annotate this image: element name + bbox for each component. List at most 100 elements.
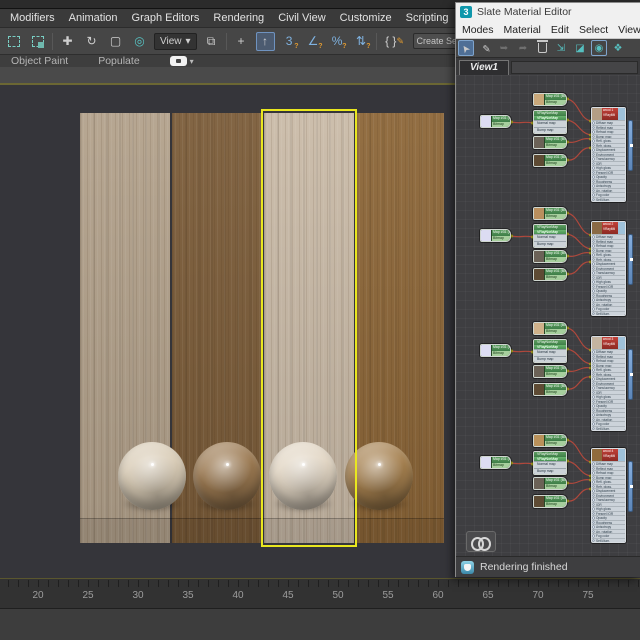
bitmap-thumbnail <box>534 435 545 446</box>
source-bitmap-node[interactable]: Map #31 (Bitmap)Bitmap <box>480 115 511 128</box>
source-bitmap-node[interactable]: Map #31 (Bitmap)Bitmap <box>480 456 511 469</box>
snap-3d-button[interactable]: 3? <box>280 32 299 51</box>
material-header-corner <box>618 337 625 349</box>
diffuse-bitmap-node[interactable]: Map #31 (Bitmap)Bitmap <box>533 434 567 447</box>
binoculars-icon[interactable] <box>466 531 496 552</box>
material-header-corner <box>618 449 625 461</box>
rect-selection-region-button[interactable] <box>4 32 23 51</box>
material-node[interactable]: wood 3 VRayMtl Diffuse map Reflect map Refra… <box>591 336 626 431</box>
material-slot[interactable]: Self-illum. <box>592 537 625 542</box>
material-thumbnail <box>592 108 602 120</box>
normal-node-slot[interactable]: Bump map <box>534 240 566 247</box>
normal-node-subtitle: VRayNorMap <box>534 115 566 121</box>
slate-menu-edit[interactable]: Edit <box>551 24 569 36</box>
select-and-move-button[interactable]: ✚ <box>58 32 77 51</box>
put-to-library-button[interactable]: ➦ <box>515 40 531 56</box>
displace-bitmap-node[interactable]: Map #31 (Bitmap)Bitmap <box>533 154 567 167</box>
select-and-scale-button[interactable]: ▢ <box>106 32 125 51</box>
normal-node-slot[interactable]: Bump map <box>534 467 566 474</box>
gloss-bitmap-node[interactable]: Map #31 (Bitmap)Bitmap <box>533 250 567 263</box>
reference-coordinate-dropdown[interactable]: View ▾ <box>154 32 197 50</box>
edit-named-selection-sets-button[interactable]: { } ✎ <box>382 32 408 51</box>
bitmap-thumbnail <box>534 366 545 377</box>
material-id-channel-button[interactable]: ◪ <box>572 40 588 56</box>
normal-node-slot[interactable]: Bump map <box>534 355 566 362</box>
node-scrollbar[interactable] <box>628 234 633 285</box>
snaps-toggle-button[interactable]: ↑ <box>255 31 275 51</box>
show-background-button[interactable]: ❖ <box>610 40 626 56</box>
node-scrollbar[interactable] <box>628 349 633 400</box>
spinner-snap-icon: ⇅ <box>356 34 367 48</box>
material-sphere-1[interactable] <box>118 442 186 510</box>
material-node[interactable]: wood 4 VRayMtl Diffuse map Reflect map Refra… <box>591 448 626 543</box>
select-tool-button[interactable]: ➤ <box>458 40 474 56</box>
chevron-down-icon: ▾ <box>185 35 191 47</box>
snap-cross-icon: + <box>237 34 245 48</box>
displace-bitmap-node[interactable]: Map #31 (Bitmap)Bitmap <box>533 495 567 508</box>
slate-menu-modes[interactable]: Modes <box>462 24 494 36</box>
percent-snap-button[interactable]: %? <box>328 32 347 51</box>
select-and-rotate-button[interactable]: ↻ <box>82 32 101 51</box>
assign-material-button[interactable]: ➥ <box>496 40 512 56</box>
window-crossing-button[interactable] <box>28 32 47 51</box>
delete-selected-button[interactable] <box>534 40 550 56</box>
pick-material-button[interactable]: ✐ <box>477 40 493 56</box>
timeline-label: 70 <box>532 590 544 601</box>
layout-children-button[interactable]: ⇲ <box>553 40 569 56</box>
menu-customize[interactable]: Customize <box>340 12 392 24</box>
show-shaded-material-button[interactable]: ◉ <box>591 40 607 56</box>
ribbon-tab-object-paint[interactable]: Object Paint <box>11 55 68 67</box>
normal-map-node[interactable]: VRayNorMap VRayNorMap Normal map Bump map <box>533 224 567 248</box>
diffuse-bitmap-node[interactable]: Map #31 (Bitmap)Bitmap <box>533 207 567 220</box>
angle-snap-button[interactable]: ∠? <box>304 32 323 51</box>
slate-menu-select[interactable]: Select <box>579 24 608 36</box>
source-bitmap-node[interactable]: Map #31 (Bitmap)Bitmap <box>480 229 511 242</box>
bitmap-node-subtitle: Bitmap <box>545 213 566 219</box>
gloss-bitmap-node[interactable]: Map #31 (Bitmap)Bitmap <box>533 477 567 490</box>
material-node[interactable]: wood 1 VRayMtl Diffuse map Reflect map Refra… <box>591 107 626 202</box>
tab-empty-area[interactable] <box>510 61 638 74</box>
ribbon-media-button[interactable]: ▾ <box>169 56 194 66</box>
gloss-bitmap-node[interactable]: Map #31 (Bitmap)Bitmap <box>533 365 567 378</box>
node-scrollbar[interactable] <box>628 461 633 512</box>
normal-node-subtitle: VRayNorMap <box>534 344 566 350</box>
normal-node-slot[interactable]: Bump map <box>534 126 566 133</box>
bitmap-thumbnail <box>534 384 545 395</box>
slate-menu-view[interactable]: View <box>618 24 640 36</box>
menu-civil-view[interactable]: Civil View <box>278 12 325 24</box>
tab-view1[interactable]: View1 <box>459 60 509 75</box>
material-slot[interactable]: Self-illum. <box>592 425 625 430</box>
node-scrollbar[interactable] <box>628 120 633 171</box>
spinner-snap-button[interactable]: ⇅? <box>352 32 371 51</box>
gloss-bitmap-node[interactable]: Map #31 (Bitmap)Bitmap <box>533 136 567 149</box>
normal-map-node[interactable]: VRayNorMap VRayNorMap Normal map Bump map <box>533 451 567 475</box>
diffuse-bitmap-node[interactable]: Map #31 (Bitmap)Bitmap <box>533 93 567 106</box>
displace-bitmap-node[interactable]: Map #31 (Bitmap)Bitmap <box>533 268 567 281</box>
use-center-button[interactable]: ◎ <box>130 32 149 51</box>
menu-modifiers[interactable]: Modifiers <box>10 12 55 24</box>
material-sphere-2[interactable] <box>193 442 261 510</box>
diffuse-bitmap-node[interactable]: Map #31 (Bitmap)Bitmap <box>533 322 567 335</box>
material-slot[interactable]: Self-illum. <box>592 196 625 201</box>
slate-menu-material[interactable]: Material <box>504 24 541 36</box>
menu-rendering[interactable]: Rendering <box>213 12 264 24</box>
snap-flyout-mark: ? <box>342 42 347 50</box>
timeline-ruler[interactable]: 20 25 30 35 40 45 50 55 60 65 70 75 <box>0 578 640 608</box>
ribbon-tab-populate[interactable]: Populate <box>98 55 139 67</box>
normal-map-node[interactable]: VRayNorMap VRayNorMap Normal map Bump map <box>533 110 567 134</box>
slate-status-bar: Rendering finished <box>456 556 640 577</box>
normal-map-node[interactable]: VRayNorMap VRayNorMap Normal map Bump map <box>533 339 567 363</box>
bitmap-node-subtitle: Bitmap <box>545 160 566 166</box>
material-node[interactable]: wood 2 VRayMtl Diffuse map Reflect map Refra… <box>591 221 626 316</box>
material-slot[interactable]: Self-illum. <box>592 310 625 315</box>
mirror-button[interactable]: ⧉ <box>202 32 221 51</box>
selected-panel-outline <box>261 109 357 547</box>
menu-animation[interactable]: Animation <box>69 12 118 24</box>
menu-graph-editors[interactable]: Graph Editors <box>132 12 200 24</box>
menu-scripting[interactable]: Scripting <box>406 12 449 24</box>
displace-bitmap-node[interactable]: Map #31 (Bitmap)Bitmap <box>533 383 567 396</box>
snap-cross-button[interactable]: + <box>232 32 251 51</box>
slate-title-bar[interactable]: 3 Slate Material Editor <box>456 3 640 21</box>
source-bitmap-node[interactable]: Map #31 (Bitmap)Bitmap <box>480 344 511 357</box>
node-view[interactable]: Map #31 (Bitmap)Bitmap Map #31 (Bitmap)Bi… <box>456 75 640 556</box>
